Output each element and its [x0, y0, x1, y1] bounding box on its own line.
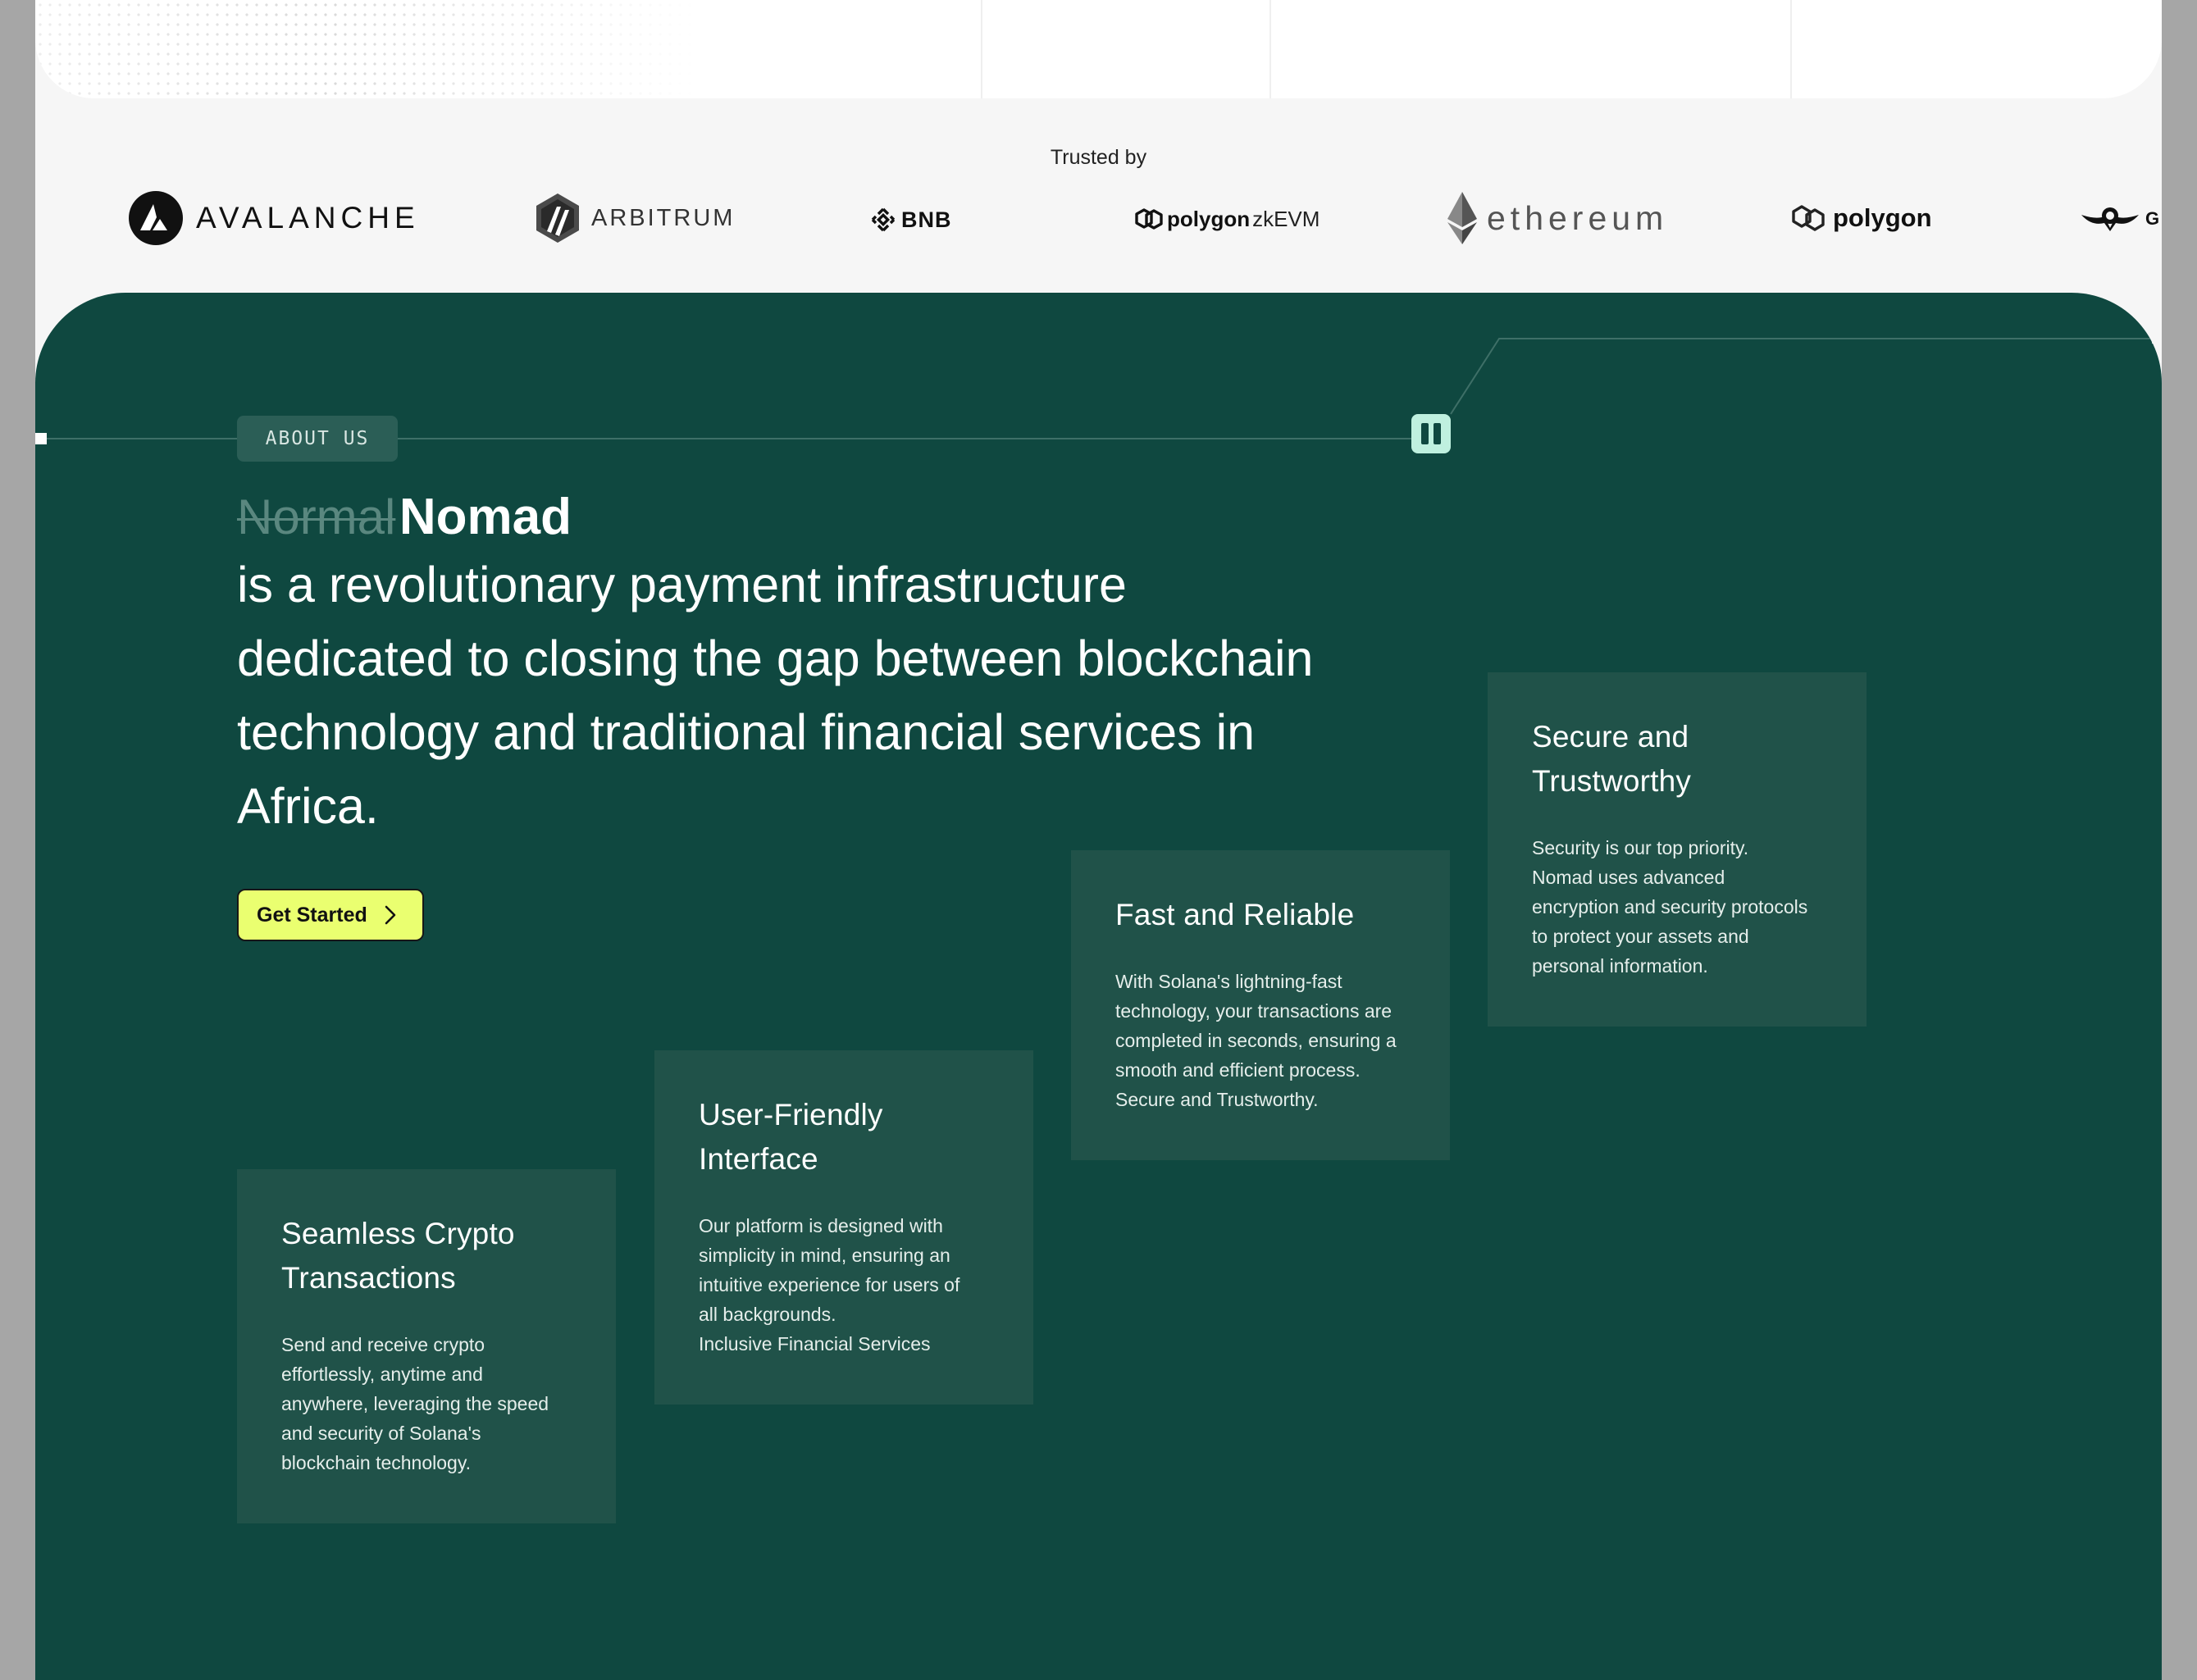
feature-card-seamless: Seamless Crypto Transactions Send and re… — [237, 1169, 616, 1523]
ethereum-icon — [1447, 192, 1477, 244]
feature-card-fast: Fast and Reliable With Solana's lightnin… — [1071, 850, 1450, 1160]
pause-button[interactable] — [1411, 414, 1451, 453]
feature-description: Send and receive crypto effortlessly, an… — [281, 1334, 549, 1473]
feature-description: With Solana's lightning-fast technology,… — [1115, 971, 1397, 1110]
about-headline: Normal Nomad is a revolutionary payment … — [237, 488, 1385, 843]
get-started-label: Get Started — [257, 903, 367, 927]
feature-description: Our platform is designed with simplicity… — [699, 1215, 960, 1354]
ethereum-logo[interactable]: ethereum — [1446, 190, 1668, 246]
avalanche-logo[interactable]: AVALANCHE — [129, 191, 420, 245]
avalanche-icon — [129, 191, 183, 245]
polygon-zkevm-icon — [1135, 208, 1163, 230]
feature-title: User-Friendly Interface — [699, 1098, 883, 1176]
struck-word: Normal — [237, 489, 396, 544]
polygon-zkevm-logo[interactable]: polygon zkEVM — [1134, 205, 1320, 233]
arbitrum-logo[interactable]: ARBITRUM — [534, 192, 735, 244]
about-us-badge: ABOUT US — [237, 416, 398, 462]
gnosis-icon — [2081, 207, 2139, 231]
gnosis-logo[interactable]: GNOS — [2080, 205, 2162, 233]
hero-grid-line — [1269, 0, 1271, 98]
chevron-right-icon — [385, 905, 396, 925]
pause-icon — [1434, 423, 1441, 444]
feature-title: Secure and Trustworthy — [1532, 720, 1692, 798]
hero-grid-line — [1790, 0, 1792, 98]
trusted-by-title: Trusted by — [1050, 146, 1147, 169]
headline-line: dedicated to closing the gap between blo… — [237, 631, 1314, 686]
ethereum-wordmark: ethereum — [1487, 198, 1669, 237]
hero-grid-line — [981, 0, 982, 98]
landing-page: Trusted by AVALANCHE ARBITRUM BNB polygo… — [35, 0, 2162, 1680]
brand-name: Nomad — [399, 489, 572, 545]
bnb-icon — [871, 207, 896, 232]
feature-description: Security is our top priority. Nomad uses… — [1532, 837, 1808, 977]
headline-body: is a revolutionary payment infrastructur… — [237, 548, 1385, 843]
feature-title: Fast and Reliable — [1115, 898, 1355, 931]
polygon-zkevm-suffix: zkEVM — [1252, 206, 1320, 231]
headline-line: technology and traditional financial ser… — [237, 704, 1256, 760]
hero-section-bottom — [35, 0, 2162, 98]
feature-card-secure: Secure and Trustworthy Security is our t… — [1488, 672, 1867, 1027]
arbitrum-wordmark: ARBITRUM — [591, 204, 736, 231]
bnb-logo[interactable]: BNB — [870, 207, 952, 233]
arbitrum-icon — [536, 193, 579, 243]
get-started-button[interactable]: Get Started — [237, 889, 424, 941]
polygon-icon — [1792, 205, 1825, 231]
gnosis-wordmark: GNOS — [2145, 208, 2162, 229]
headline-line: is a revolutionary payment infrastructur… — [237, 557, 1127, 612]
hero-dot-texture — [35, 0, 773, 98]
headline-line: Africa. — [237, 778, 379, 834]
feature-title: Seamless Crypto Transactions — [281, 1217, 515, 1295]
polygon-logo[interactable]: polygon — [1790, 202, 1932, 234]
feature-card-user-friendly: User-Friendly Interface Our platform is … — [654, 1050, 1033, 1405]
bnb-wordmark: BNB — [901, 207, 952, 232]
polygon-wordmark: polygon — [1833, 203, 1932, 232]
avalanche-wordmark: AVALANCHE — [196, 201, 420, 234]
pause-icon — [1421, 423, 1429, 444]
polygon-zkevm-wordmark: polygon — [1167, 206, 1251, 231]
about-section: ABOUT US Normal Nomad is a revolutionary… — [35, 293, 2162, 1680]
